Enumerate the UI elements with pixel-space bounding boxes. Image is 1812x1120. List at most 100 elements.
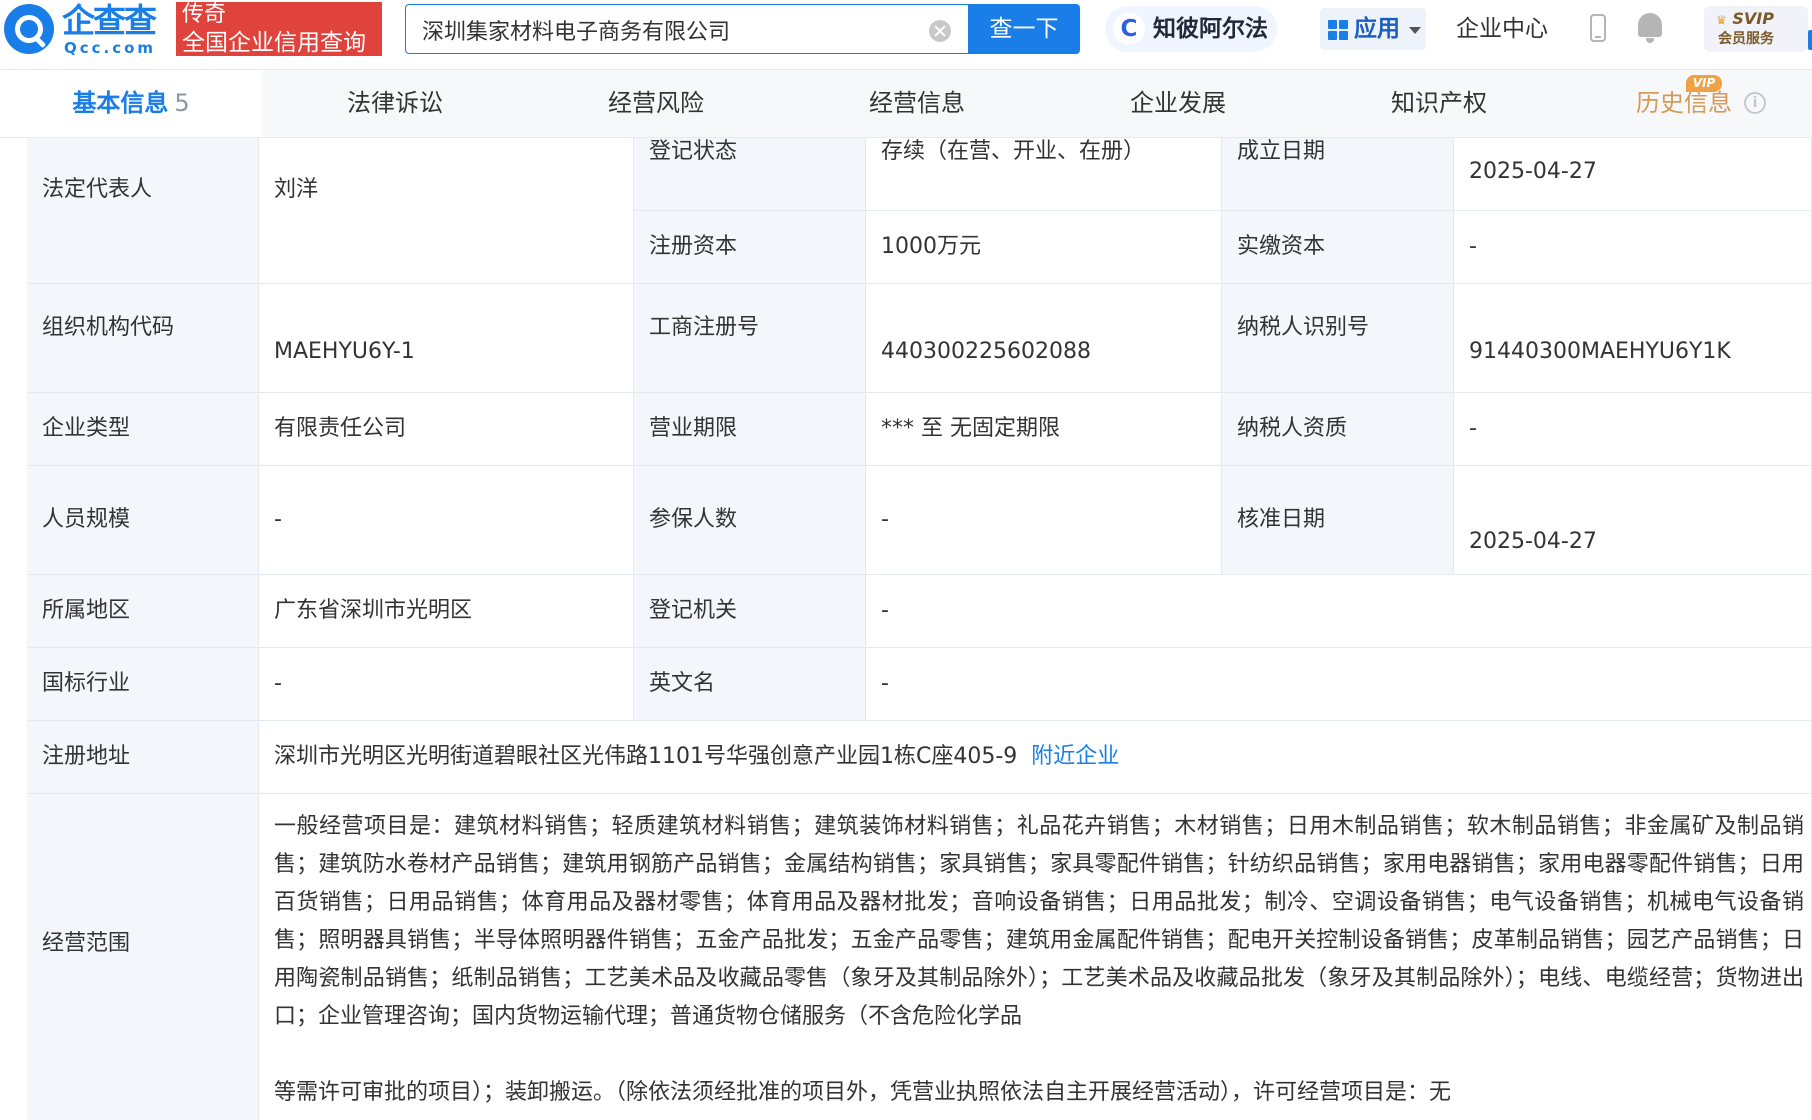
svip-button[interactable]: ♛ SVIP 会员服务 bbox=[1704, 6, 1808, 52]
company-type-label: 企业类型 bbox=[42, 416, 131, 441]
promo-top-text: 传奇 bbox=[182, 2, 227, 27]
org-code-value[interactable]: MAEHYU6Y-1 bbox=[274, 338, 415, 366]
clear-icon[interactable] bbox=[929, 20, 951, 42]
reg-capital-label: 注册资本 bbox=[649, 234, 738, 259]
site-logo[interactable]: 企查查 Qcc.com bbox=[62, 2, 172, 60]
term-label-cell: 营业期限 bbox=[634, 393, 866, 466]
biz-reg-no-label: 工商注册号 bbox=[649, 315, 760, 340]
insured-label: 参保人数 bbox=[649, 507, 738, 532]
taxpayer-id-label: 纳税人识别号 bbox=[1237, 315, 1370, 340]
biz-reg-no-value[interactable]: 440300225602088 bbox=[881, 338, 1091, 366]
industry-label: 国标行业 bbox=[42, 671, 131, 696]
address-value-cell: 深圳市光明区光明街道碧眼社区光伟路1101号华强创意产业园1栋C座405-9 附近… bbox=[259, 721, 1812, 794]
paid-capital-label: 实缴资本 bbox=[1237, 234, 1326, 259]
svip-title-text: SVIP bbox=[1732, 9, 1774, 28]
tab-development[interactable]: 企业发展 bbox=[1130, 70, 1226, 137]
bell-icon[interactable] bbox=[1638, 13, 1662, 43]
search-box bbox=[405, 4, 968, 54]
ai-alpha-button[interactable]: C 知彼阿尔法 bbox=[1105, 6, 1277, 52]
legal-rep-label: 法定代表人 bbox=[42, 177, 153, 202]
biz-reg-no-label-cell: 工商注册号 bbox=[634, 284, 866, 393]
reg-capital-label-cell: 注册资本 bbox=[634, 211, 866, 284]
phone-icon[interactable] bbox=[1590, 14, 1606, 42]
staff-size-label: 人员规模 bbox=[42, 507, 131, 532]
approval-date-value-cell: 2025-04-27 bbox=[1454, 466, 1812, 575]
tab-operation[interactable]: 经营信息 bbox=[869, 70, 965, 137]
org-code-label: 组织机构代码 bbox=[42, 315, 175, 340]
promo-banner[interactable]: 传奇 全国企业信用查询 bbox=[176, 2, 382, 56]
nearby-companies-link[interactable]: 附近企业 bbox=[1031, 744, 1119, 769]
reg-status-label-cell: 登记状态 bbox=[634, 138, 866, 211]
vip-tag: VIP bbox=[1686, 75, 1722, 92]
tab-legal[interactable]: 法律诉讼 bbox=[347, 70, 443, 137]
founded-value: 2025-04-27 bbox=[1469, 159, 1597, 184]
promo-bottom-text: 全国企业信用查询 bbox=[182, 30, 366, 56]
address-value[interactable]: 深圳市光明区光明街道碧眼社区光伟路1101号华强创意产业园1栋C座405-9 bbox=[274, 744, 1017, 769]
enterprise-center-link[interactable]: 企业中心 bbox=[1456, 8, 1548, 50]
staff-size-label-cell: 人员规模 bbox=[27, 466, 259, 575]
taxpayer-id-value[interactable]: 91440300MAEHYU6Y1K bbox=[1469, 338, 1731, 366]
reg-capital-value: 1000万元 bbox=[881, 234, 981, 259]
scope-value-cell: 一般经营项目是：建筑材料销售；轻质建筑材料销售；建筑装饰材料销售；礼品花卉销售；… bbox=[259, 794, 1812, 1120]
scope-text-tail: 等需许可审批的项目）；装卸搬运。（除依法须经批准的项目外，凭营业执照依法自主开展… bbox=[274, 1080, 1452, 1105]
taxpayer-qual-value-cell: - bbox=[1454, 393, 1812, 466]
taxpayer-id-value-cell: 91440300MAEHYU6Y1K bbox=[1454, 284, 1812, 393]
chevron-down-icon bbox=[1409, 27, 1421, 34]
region-label: 所属地区 bbox=[42, 598, 131, 623]
side-float-tab[interactable] bbox=[1808, 30, 1812, 50]
reg-authority-value-cell: - bbox=[866, 575, 1812, 648]
english-name-value: - bbox=[881, 671, 889, 696]
info-icon[interactable]: i bbox=[1744, 92, 1766, 114]
english-name-value-cell: - bbox=[866, 648, 1812, 721]
reg-authority-value: - bbox=[881, 598, 889, 623]
industry-value-cell: - bbox=[259, 648, 634, 721]
org-code-value-cell: MAEHYU6Y-1 bbox=[259, 284, 634, 393]
ai-alpha-icon: C bbox=[1113, 13, 1145, 45]
grid-icon bbox=[1328, 20, 1348, 40]
term-value-cell: *** 至 无固定期限 bbox=[866, 393, 1222, 466]
paid-capital-value-cell: - bbox=[1454, 211, 1812, 284]
term-value: *** 至 无固定期限 bbox=[881, 416, 1060, 441]
reg-authority-label: 登记机关 bbox=[649, 598, 738, 623]
region-label-cell: 所属地区 bbox=[27, 575, 259, 648]
reg-status-label: 登记状态 bbox=[649, 139, 738, 164]
logo-chinese: 企查查 bbox=[62, 1, 157, 40]
legal-rep-value[interactable]: 刘洋 bbox=[274, 176, 318, 204]
region-value[interactable]: 广东省深圳市光明区 bbox=[274, 597, 472, 625]
staff-size-value-cell: - bbox=[259, 466, 634, 575]
taxpayer-id-label-cell: 纳税人识别号 bbox=[1222, 284, 1454, 393]
tab-basic-info[interactable]: 基本信息 5 bbox=[0, 70, 262, 137]
taxpayer-qual-value: - bbox=[1469, 416, 1477, 441]
tab-risk[interactable]: 经营风险 bbox=[608, 70, 704, 137]
apps-menu[interactable]: 应用 bbox=[1320, 8, 1426, 50]
insured-value: - bbox=[881, 507, 889, 532]
apps-menu-label: 应用 bbox=[1354, 16, 1400, 42]
scope-label: 经营范围 bbox=[42, 931, 131, 956]
reg-status-value: 存续（在营、开业、在册） bbox=[881, 139, 1146, 164]
ai-alpha-label: 知彼阿尔法 bbox=[1153, 16, 1268, 42]
org-code-label-cell: 组织机构代码 bbox=[27, 284, 259, 393]
english-name-label: 英文名 bbox=[649, 671, 716, 696]
founded-label: 成立日期 bbox=[1237, 139, 1326, 164]
company-type-value-cell: 有限责任公司 bbox=[259, 393, 634, 466]
qcc-logo-icon[interactable] bbox=[4, 4, 54, 54]
approval-date-label-cell: 核准日期 bbox=[1222, 466, 1454, 575]
approval-date-label: 核准日期 bbox=[1237, 507, 1326, 532]
tab-bar: 基本信息 5 法律诉讼 经营风险 经营信息 企业发展 知识产权 历史信息 VIP … bbox=[0, 70, 1812, 138]
reg-status-value-cell: 存续（在营、开业、在册） bbox=[866, 138, 1222, 211]
founded-value-cell: 2025-04-27 bbox=[1454, 138, 1812, 211]
basic-info-table: 法定代表人 刘洋 登记状态 存续（在营、开业、在册） 成立日期 2025-04-… bbox=[27, 138, 1812, 1120]
top-header: 企查查 Qcc.com 传奇 全国企业信用查询 查一下 C 知彼阿尔法 应用 企… bbox=[0, 0, 1812, 70]
company-type-label-cell: 企业类型 bbox=[27, 393, 259, 466]
tab-ip[interactable]: 知识产权 bbox=[1391, 70, 1487, 137]
logo-english: Qcc.com bbox=[64, 39, 157, 57]
scope-label-cell: 经营范围 bbox=[27, 794, 259, 1120]
address-line: 深圳市光明区光明街道碧眼社区光伟路1101号华强创意产业园1栋C座405-9 附近… bbox=[274, 743, 1119, 771]
search-input[interactable] bbox=[420, 11, 904, 49]
insured-label-cell: 参保人数 bbox=[634, 466, 866, 575]
company-type-value: 有限责任公司 bbox=[274, 416, 407, 441]
approval-date-value: 2025-04-27 bbox=[1469, 529, 1597, 554]
search-button[interactable]: 查一下 bbox=[968, 4, 1080, 54]
term-label: 营业期限 bbox=[649, 416, 738, 441]
staff-size-value: - bbox=[274, 507, 282, 532]
